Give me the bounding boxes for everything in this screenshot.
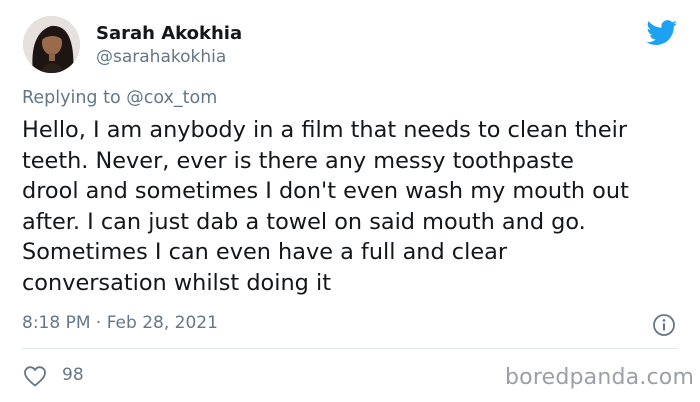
avatar[interactable] xyxy=(23,16,80,73)
info-icon[interactable] xyxy=(652,313,676,337)
tweet-text: Hello, I am anybody in a film that needs… xyxy=(22,117,629,296)
author-display-name[interactable]: Sarah Akokhia xyxy=(96,23,242,44)
like-count: 98 xyxy=(62,365,84,385)
divider xyxy=(22,348,678,349)
heart-icon[interactable] xyxy=(23,365,47,387)
avatar-image xyxy=(23,16,80,73)
reply-mention-link[interactable]: @cox_tom xyxy=(126,88,217,108)
author-handle[interactable]: @sarahakokhia xyxy=(96,47,226,67)
twitter-bird-icon[interactable] xyxy=(646,20,678,46)
replying-to-prefix: Replying to xyxy=(22,88,121,108)
watermark: boredpanda.com xyxy=(505,365,695,390)
tweet-timestamp[interactable]: 8:18 PM · Feb 28, 2021 xyxy=(22,313,218,333)
replying-to: Replying to @cox_tom xyxy=(22,88,217,108)
